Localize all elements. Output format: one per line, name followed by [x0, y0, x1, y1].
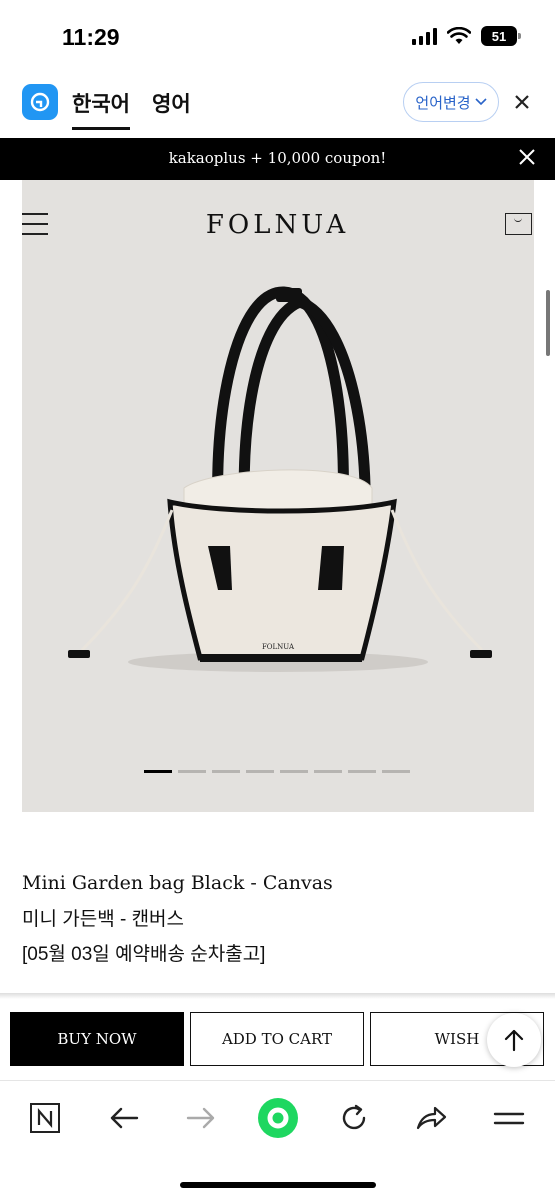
green-dot-icon[interactable] [257, 1097, 299, 1139]
chevron-down-icon [475, 98, 487, 106]
coupon-banner[interactable]: kakaoplus + 10,000 coupon! [0, 138, 555, 180]
menu-icon[interactable] [491, 1100, 527, 1136]
carousel-dot-8[interactable] [382, 770, 410, 773]
toolbar-separator [0, 1080, 555, 1081]
change-language-button[interactable]: 언어변경 [403, 82, 499, 122]
browser-toolbar [0, 1082, 555, 1152]
home-indicator[interactable] [180, 1182, 376, 1188]
carousel-dot-4[interactable] [246, 770, 274, 773]
close-translate-icon[interactable] [514, 90, 530, 116]
shopping-bag-icon[interactable] [505, 213, 532, 235]
cellular-signal-icon [412, 27, 437, 45]
carousel-indicator [144, 770, 410, 773]
wifi-icon [447, 27, 471, 44]
product-bag-image: FOLNUA [68, 286, 492, 672]
add-to-cart-button[interactable]: ADD TO CART [190, 1012, 364, 1066]
carousel-dot-3[interactable] [212, 770, 240, 773]
brand-logo[interactable]: FOLNUA [0, 210, 555, 240]
scroll-to-top-button[interactable] [487, 1013, 541, 1067]
divider [0, 993, 555, 999]
tab-english[interactable]: 영어 [152, 88, 191, 118]
product-name-en: Mini Garden bag Black - Canvas [22, 872, 333, 894]
bag-logo-text: FOLNUA [262, 643, 295, 651]
product-name-ko: 미니 가든백 - 캔버스 [22, 909, 185, 930]
change-language-label: 언어변경 [415, 94, 471, 112]
back-arrow-icon[interactable] [106, 1100, 142, 1136]
product-info: Mini Garden bag Black - Canvas 미니 가든백 - … [22, 872, 333, 966]
naver-home-icon[interactable] [27, 1100, 63, 1136]
page-scrollbar[interactable] [546, 290, 550, 356]
carousel-dot-2[interactable] [178, 770, 206, 773]
reload-icon[interactable] [336, 1100, 372, 1136]
translate-bar: 한국어 영어 언어변경 [0, 72, 555, 136]
status-bar: 11:29 51 [0, 0, 555, 70]
status-icons: 51 [412, 26, 521, 46]
tab-korean[interactable]: 한국어 [72, 88, 130, 130]
forward-arrow-icon[interactable] [183, 1100, 219, 1136]
coupon-banner-text: kakaoplus + 10,000 coupon! [168, 149, 387, 167]
product-image-carousel[interactable]: FOLNUA [22, 180, 534, 812]
translate-logo-icon [22, 84, 58, 120]
carousel-dot-1[interactable] [144, 770, 172, 773]
battery-icon: 51 [481, 26, 521, 46]
arrow-up-icon [504, 1029, 524, 1052]
carousel-dot-7[interactable] [348, 770, 376, 773]
shipping-note: [05월 03일 예약배송 순차출고] [22, 944, 266, 965]
status-time: 11:29 [62, 24, 120, 50]
carousel-dot-6[interactable] [314, 770, 342, 773]
purchase-actions: BUY NOW ADD TO CART WISH [10, 1012, 555, 1066]
share-icon[interactable] [413, 1100, 449, 1136]
buy-now-button[interactable]: BUY NOW [10, 1012, 184, 1066]
carousel-dot-5[interactable] [280, 770, 308, 773]
close-banner-icon[interactable] [518, 146, 536, 172]
